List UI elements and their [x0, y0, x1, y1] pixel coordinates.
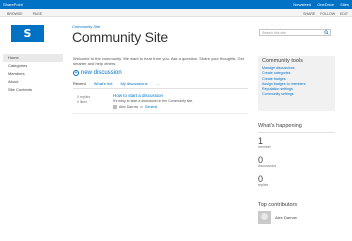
tab-whats-hot[interactable]: What's hot	[94, 81, 113, 86]
site-logo[interactable]: S	[11, 25, 44, 42]
search-icon[interactable]	[324, 30, 329, 35]
newsfeed-link[interactable]: Newsfeed	[293, 2, 311, 7]
suite-links: Newsfeed OneDrive Sites	[293, 2, 349, 7]
nav-item-categories[interactable]: Categories	[3, 62, 63, 70]
page-title: Community Site	[72, 29, 169, 45]
like-label: likes	[79, 100, 87, 104]
share-button[interactable]: Share	[303, 12, 315, 16]
ribbon-bar: Browse Page Share Follow Edit	[0, 9, 352, 17]
nav-item-home[interactable]: Home	[3, 54, 63, 62]
community-tools-heading: Community tools	[262, 58, 303, 64]
community-settings-link[interactable]: Community settings	[262, 92, 331, 97]
top-contributors-heading: Top contributors	[258, 202, 298, 208]
author-avatar	[113, 105, 117, 109]
like-count: 0	[77, 100, 79, 104]
discussion-list-item: 0 replies 0 likes How to start a discuss…	[73, 92, 248, 114]
app-brand[interactable]: SharePoint	[3, 2, 23, 7]
author-name[interactable]: Alex Darrow	[119, 105, 138, 109]
in-label: in	[140, 105, 143, 109]
tab-page[interactable]: Page	[33, 12, 42, 16]
discussion-stats: 0 replies 0 likes	[77, 95, 90, 105]
discussions-stat: 0 discussions	[258, 155, 276, 168]
stat-label: discussions	[258, 164, 277, 168]
contributor-item[interactable]: Alex Darrow	[258, 211, 297, 224]
new-discussion-label: new discussion	[81, 70, 122, 76]
replies-stat: 0 replies	[258, 174, 268, 187]
search-input[interactable]: Search this site	[259, 29, 331, 36]
tab-browse[interactable]: Browse	[7, 12, 23, 16]
top-contributors-panel: Top contributors Alex Darrow	[258, 202, 335, 224]
discussion-title-link[interactable]: How to start a discussion	[113, 93, 163, 98]
add-icon: +	[73, 69, 79, 76]
discussion-description: It's easy to start a discussion in the C…	[113, 99, 194, 103]
left-navigation: Home Categories Members About Site Conte…	[3, 54, 63, 94]
tab-recent[interactable]: Recent	[73, 81, 86, 86]
avatar	[258, 211, 271, 224]
sites-link[interactable]: Sites	[340, 2, 349, 7]
stat-label: member	[258, 145, 271, 149]
members-stat: 1 member	[258, 136, 271, 149]
follow-button[interactable]: Follow	[320, 12, 335, 16]
more-views-button[interactable]: ...	[156, 81, 159, 86]
category-link[interactable]: General	[145, 105, 157, 109]
community-tools-panel: Community tools Manage discussions Creat…	[258, 56, 335, 111]
nav-item-about[interactable]: About	[3, 78, 63, 86]
new-discussion-button[interactable]: + new discussion	[73, 70, 122, 76]
tab-my-discussions[interactable]: My discussions	[120, 81, 147, 86]
ribbon-tabs: Browse Page	[7, 12, 42, 16]
sharepoint-logo-icon: S	[23, 27, 32, 40]
whats-happening-heading: What's happening	[258, 123, 302, 129]
stat-label: replies	[258, 183, 269, 187]
nav-item-site-contents[interactable]: Site Contents	[3, 86, 63, 94]
contributor-name[interactable]: Alex Darrow	[275, 215, 297, 220]
search-placeholder: Search this site	[262, 31, 286, 35]
reply-count: 0	[77, 95, 79, 99]
discussion-meta: Alex Darrow in General	[113, 105, 157, 109]
onedrive-link[interactable]: OneDrive	[317, 2, 334, 7]
edit-button[interactable]: Edit	[340, 12, 348, 16]
reply-label: replies	[79, 95, 91, 99]
discussion-view-tabs: Recent What's hot My discussions ...	[73, 81, 248, 89]
ribbon-actions: Share Follow Edit	[303, 12, 348, 16]
suite-bar: SharePoint Newsfeed OneDrive Sites	[0, 0, 352, 9]
welcome-text: Welcome to the community. We want to hea…	[73, 56, 244, 66]
divider	[258, 132, 335, 133]
nav-item-members[interactable]: Members	[3, 70, 63, 78]
whats-happening-panel: What's happening 1 member 0 discussions …	[258, 123, 335, 187]
